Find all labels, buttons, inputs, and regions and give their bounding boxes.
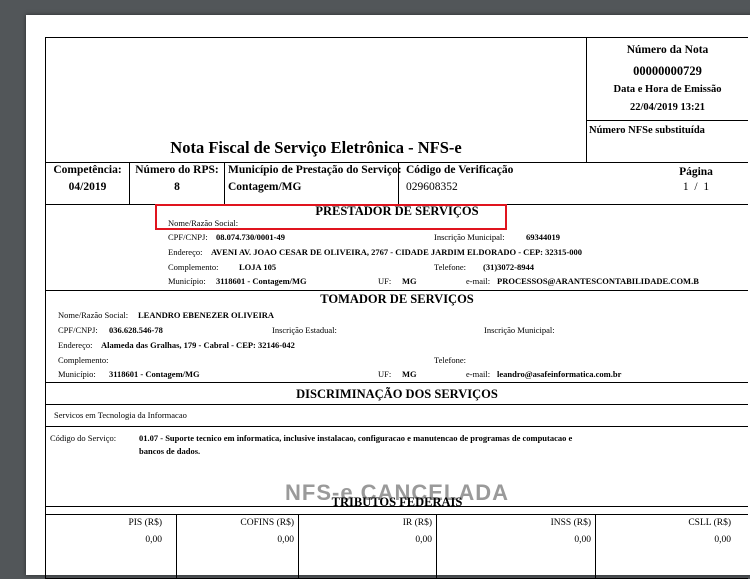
- highlight-rectangle: [155, 204, 507, 230]
- pis-value: 0,00: [145, 535, 162, 545]
- competencia-label: Competência:: [53, 164, 122, 176]
- prestador-email-value: PROCESSOS@ARANTESCONTABILIDADE.COM.B: [497, 276, 699, 286]
- pagina-label: Página: [679, 166, 713, 178]
- tomador-uf-value: MG: [402, 369, 417, 379]
- competencia-value: 04/2019: [68, 181, 107, 193]
- cofins-label: COFINS (R$): [240, 518, 294, 528]
- tomador-cpf-value: 036.628.546-78: [109, 325, 163, 335]
- rps-label: Número do RPS:: [135, 164, 219, 176]
- nfse-substituida-label: Número NFSe substituída: [589, 125, 705, 136]
- prestador-im-value: 69344019: [526, 232, 560, 242]
- pis-label: PIS (R$): [128, 518, 162, 528]
- municipio-prestacao-label: Município de Prestação do Serviço:: [228, 164, 402, 176]
- csll-label: CSLL (R$): [688, 518, 731, 528]
- numero-nota-label: Número da Nota: [626, 44, 709, 56]
- prestador-uf-label: UF:: [378, 276, 392, 286]
- prestador-telefone-value: (31)3072-8944: [483, 262, 534, 272]
- data-emissao-label: Data e Hora de Emissão: [613, 84, 722, 95]
- csll-value: 0,00: [714, 535, 731, 545]
- data-emissao-value: 22/04/2019 13:21: [630, 102, 705, 113]
- tomador-title: TOMADOR DE SERVIÇOS: [320, 292, 474, 306]
- tomador-endereco-label: Endereço:: [58, 340, 93, 350]
- prestador-complemento-label: Complemento:: [168, 262, 219, 272]
- inss-label: INSS (R$): [550, 518, 591, 528]
- tomador-municipio-label: Município:: [58, 369, 96, 379]
- tomador-im-label: Inscrição Municipal:: [484, 325, 555, 335]
- servico-value-line2: bancos de dados.: [139, 446, 201, 456]
- ir-value: 0,00: [415, 535, 432, 545]
- prestador-municipio-value: 3118601 - Contagem/MG: [216, 276, 307, 286]
- prestador-endereco-label: Endereço:: [168, 247, 203, 257]
- prestador-uf-value: MG: [402, 276, 417, 286]
- prestador-telefone-label: Telefone:: [434, 262, 466, 272]
- servico-value-line1: 01.07 - Suporte tecnico em informatica, …: [139, 433, 573, 443]
- cofins-value: 0,00: [277, 535, 294, 545]
- discriminacao-title: DISCRIMINAÇÃO DOS SERVIÇOS: [296, 387, 498, 401]
- tomador-telefone-label: Telefone:: [434, 355, 466, 365]
- municipio-prestacao-value: Contagem/MG: [228, 181, 302, 193]
- tomador-nome-label: Nome/Razão Social:: [58, 310, 129, 320]
- tomador-ie-label: Inscrição Estadual:: [272, 325, 337, 335]
- servico-label: Código do Serviço:: [50, 433, 117, 443]
- tomador-email-label: e-mail:: [466, 369, 491, 379]
- tomador-endereco-value: Alameda das Gralhas, 179 - Cabral - CEP:…: [101, 340, 295, 350]
- tomador-uf-label: UF:: [378, 369, 392, 379]
- rps-value: 8: [174, 181, 180, 193]
- tomador-municipio-value: 3118601 - Contagem/MG: [109, 369, 200, 379]
- document-title: Nota Fiscal de Serviço Eletrônica - NFS-…: [170, 138, 462, 157]
- pagina-value: 1 / 1: [682, 181, 710, 193]
- prestador-cpf-value: 08.074.730/0001-49: [216, 232, 285, 242]
- tributos-title: TRIBUTOS FEDERAIS: [331, 495, 463, 509]
- tomador-complemento-label: Complemento:: [58, 355, 109, 365]
- inss-value: 0,00: [574, 535, 591, 545]
- tomador-email-value: leandro@asafeinformatica.com.br: [497, 369, 622, 379]
- prestador-cpf-label: CPF/CNPJ:: [168, 232, 208, 242]
- codigo-verificacao-value: 029608352: [406, 181, 458, 193]
- prestador-municipio-label: Município:: [168, 276, 206, 286]
- nfse-document: Número da Nota 00000000729 Data e Hora d…: [45, 37, 748, 579]
- codigo-verificacao-label: Código de Verificação: [406, 164, 514, 176]
- numero-nota-value: 00000000729: [633, 64, 702, 78]
- document-page: Número da Nota 00000000729 Data e Hora d…: [26, 15, 750, 579]
- tomador-cpf-label: CPF/CNPJ:: [58, 325, 98, 335]
- prestador-endereco-value: AVENI AV. JOAO CESAR DE OLIVEIRA, 2767 -…: [211, 247, 582, 257]
- prestador-email-label: e-mail:: [466, 276, 491, 286]
- discriminacao-text: Servicos em Tecnologia da Informacao: [54, 410, 187, 420]
- prestador-complemento-value: LOJA 105: [239, 262, 277, 272]
- tomador-nome-value: LEANDRO EBENEZER OLIVEIRA: [138, 310, 275, 320]
- ir-label: IR (R$): [402, 518, 432, 528]
- prestador-im-label: Inscrição Municipal:: [434, 232, 505, 242]
